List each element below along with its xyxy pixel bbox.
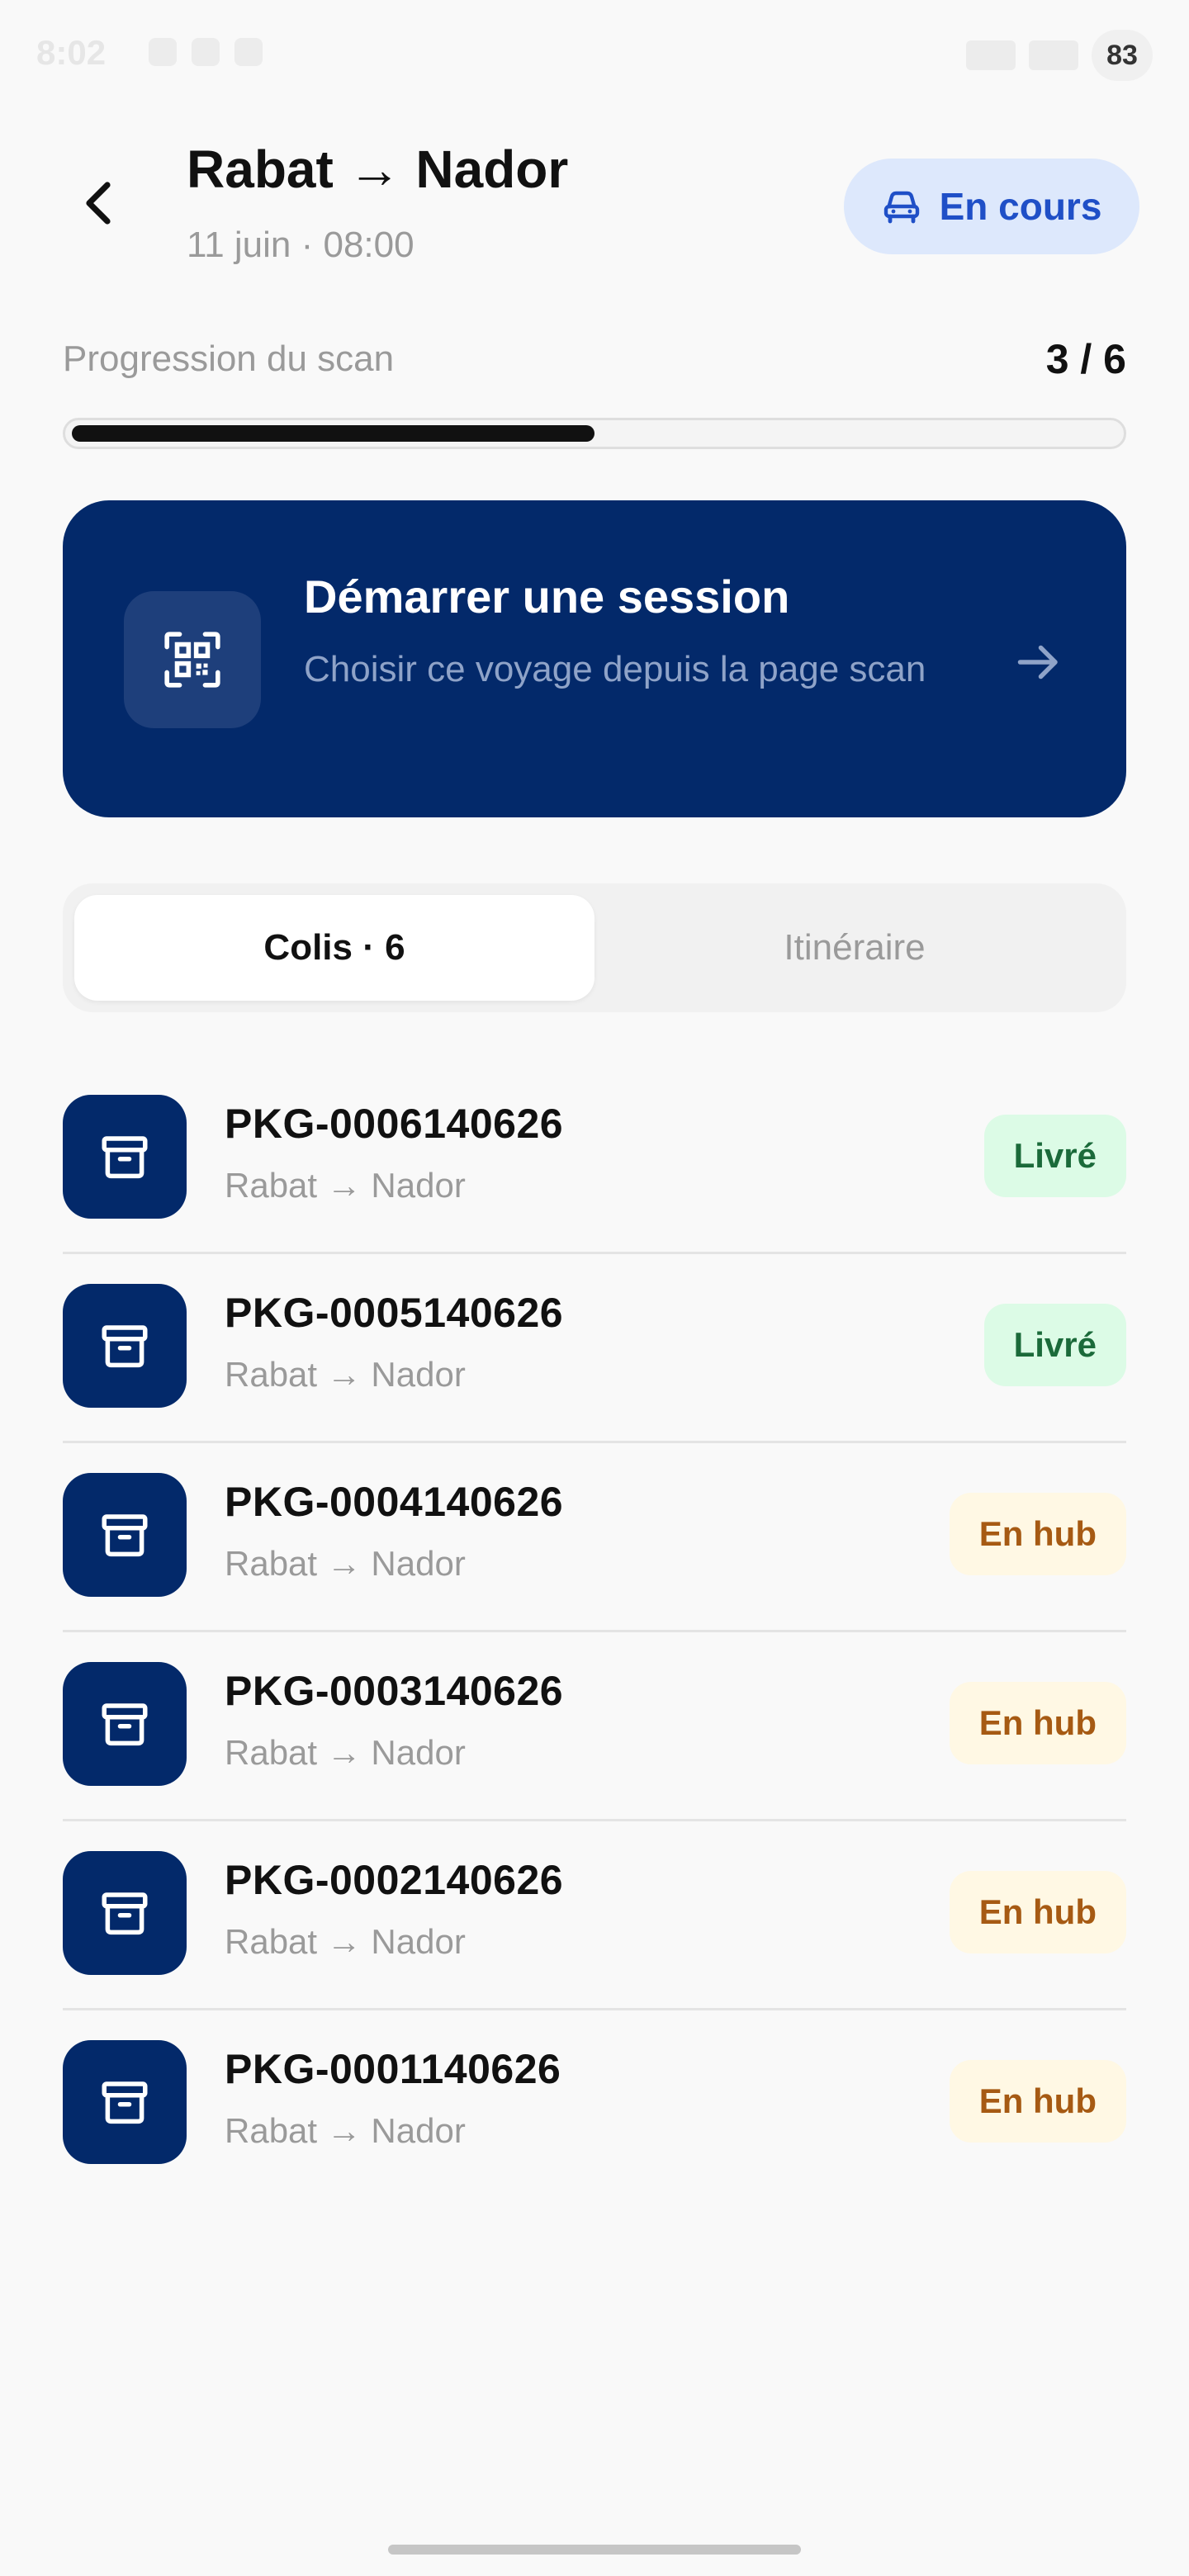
package-row[interactable]: PKG-0004140626 Rabat → Nador En hub: [63, 1443, 1126, 1632]
package-row[interactable]: PKG-0006140626 Rabat → Nador Livré: [63, 1065, 1126, 1254]
package-row[interactable]: PKG-0001140626 Rabat → Nador En hub: [63, 2010, 1126, 2200]
package-list: PKG-0006140626 Rabat → Nador Livré PKG-0…: [63, 1065, 1126, 2200]
system-indicators: 83: [966, 30, 1153, 81]
archive-box-icon: [102, 1514, 148, 1557]
archive-box-icon: [102, 1325, 148, 1368]
package-status-badge: Livré: [983, 1115, 1126, 1197]
package-route: Rabat → Nador: [225, 1166, 466, 1205]
package-id: PKG-0005140626: [225, 1290, 564, 1336]
battery-indicator: 83: [1092, 30, 1153, 81]
package-status-badge: En hub: [949, 1871, 1126, 1953]
archive-box-icon: [102, 1892, 148, 1935]
package-id: PKG-0003140626: [225, 1668, 564, 1714]
package-icon-tile: [63, 1851, 187, 1975]
package-route: Rabat → Nador: [225, 1733, 466, 1772]
package-id: PKG-0002140626: [225, 1857, 564, 1903]
package-icon-tile: [63, 2040, 187, 2164]
segmented-tabs: Colis · 6 Itinéraire: [63, 883, 1126, 1012]
package-row[interactable]: PKG-0003140626 Rabat → Nador En hub: [63, 1632, 1126, 1821]
notification-icons: [149, 38, 263, 66]
trip-status-label: En cours: [939, 185, 1102, 228]
arrow-right-icon: [1017, 645, 1058, 680]
package-row[interactable]: PKG-0002140626 Rabat → Nador En hub: [63, 1821, 1126, 2010]
session-subtitle: Choisir ce voyage depuis la page scan: [304, 649, 926, 689]
qr-code-icon: [164, 632, 220, 688]
package-id: PKG-0006140626: [225, 1101, 564, 1147]
package-route: Rabat → Nador: [225, 2111, 466, 2150]
signal-icon: [1029, 40, 1078, 70]
wifi-icon: [966, 40, 1016, 70]
scan-progress-fill: [72, 425, 594, 442]
status-bar: 8:02 83: [0, 0, 1189, 107]
archive-box-icon: [102, 2081, 148, 2124]
tab-itinerary[interactable]: Itinéraire: [594, 895, 1115, 1001]
package-status-badge: Livré: [983, 1304, 1126, 1386]
scan-progress-bar: [63, 418, 1126, 449]
package-status-badge: En hub: [949, 1682, 1126, 1764]
package-route: Rabat → Nador: [225, 1355, 466, 1394]
session-icon-tile: [124, 591, 261, 728]
package-row[interactable]: PKG-0005140626 Rabat → Nador Livré: [63, 1254, 1126, 1443]
status-time: 8:02: [36, 33, 107, 72]
trip-status-badge[interactable]: En cours: [844, 159, 1139, 254]
package-id: PKG-0001140626: [225, 2046, 561, 2092]
trip-datetime: 11 juin · 08:00: [187, 225, 414, 265]
package-icon-tile: [63, 1284, 187, 1408]
package-route: Rabat → Nador: [225, 1544, 466, 1583]
tab-packages[interactable]: Colis · 6: [74, 895, 594, 1001]
progress-label: Progression du scan: [63, 339, 395, 379]
gallery-notification-icon: [149, 38, 177, 66]
package-id: PKG-0004140626: [225, 1479, 564, 1525]
package-status-badge: En hub: [949, 2060, 1126, 2143]
trip-detail-screen: 8:02 83 Rabat → Nador 11 juin · 08:00 En…: [0, 0, 1189, 2576]
package-icon-tile: [63, 1473, 187, 1597]
package-route: Rabat → Nador: [225, 1922, 466, 1961]
page-title: Rabat → Nador: [187, 140, 569, 199]
package-icon-tile: [63, 1095, 187, 1219]
back-button[interactable]: [66, 170, 132, 236]
progress-count: 3 / 6: [1045, 336, 1126, 382]
archive-box-icon: [102, 1703, 148, 1746]
package-icon-tile: [63, 1662, 187, 1786]
clock-notification-icon: [192, 38, 220, 66]
cloud-notification-icon: [234, 38, 263, 66]
package-status-badge: En hub: [949, 1493, 1126, 1575]
car-icon: [883, 191, 919, 224]
session-title: Démarrer une session: [304, 571, 790, 623]
chevron-left-icon: [86, 182, 111, 225]
home-indicator[interactable]: [388, 2545, 801, 2555]
archive-box-icon: [102, 1136, 148, 1179]
start-session-card[interactable]: Démarrer une session Choisir ce voyage d…: [63, 500, 1126, 817]
